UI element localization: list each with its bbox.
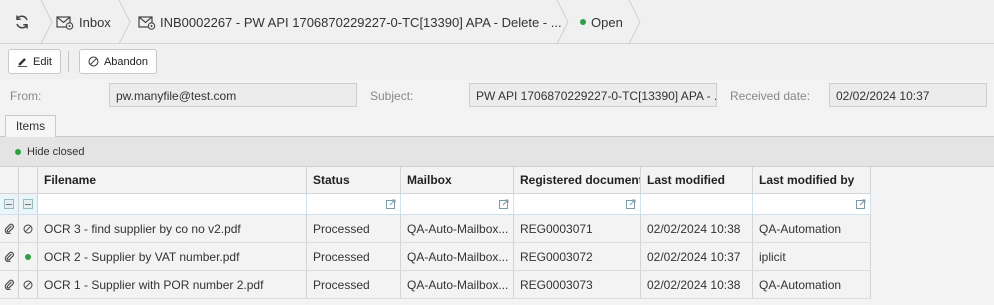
attachment-button[interactable] bbox=[0, 215, 19, 242]
registered-filter-input[interactable] bbox=[514, 194, 641, 214]
subject-field: PW API 1706870229227-0-TC[13390] APA - .… bbox=[469, 83, 717, 107]
row-state bbox=[19, 243, 38, 270]
attachment-button[interactable] bbox=[0, 243, 19, 270]
filter-bar: Hide closed bbox=[0, 137, 994, 167]
cell-filename: OCR 1 - Supplier with POR number 2.pdf bbox=[38, 271, 307, 298]
status-dot-icon bbox=[580, 19, 586, 25]
cell-status: Processed bbox=[307, 243, 401, 270]
table-row[interactable]: OCR 2 - Supplier by VAT number.pdf Proce… bbox=[0, 243, 871, 271]
expand-icon[interactable] bbox=[626, 199, 636, 209]
tab-strip: Items bbox=[0, 113, 994, 138]
breadcrumb-separator bbox=[40, 0, 54, 45]
abandon-button-label: Abandon bbox=[103, 55, 148, 68]
edit-button-label: Edit bbox=[33, 55, 52, 68]
minus-icon bbox=[4, 199, 14, 209]
from-label: From: bbox=[10, 89, 42, 103]
expand-icon[interactable] bbox=[386, 199, 396, 209]
open-status-icon bbox=[25, 253, 31, 260]
hide-closed-label: Hide closed bbox=[27, 146, 85, 158]
table-row[interactable]: OCR 3 - find supplier by co no v2.pdf Pr… bbox=[0, 215, 871, 243]
cell-filename: OCR 2 - Supplier by VAT number.pdf bbox=[38, 243, 307, 270]
cell-registered-document: REG0003071 bbox=[514, 215, 641, 242]
row-state bbox=[19, 271, 38, 298]
cell-status: Processed bbox=[307, 271, 401, 298]
cell-last-modified: 02/02/2024 10:38 bbox=[641, 271, 753, 298]
pencil-icon bbox=[17, 58, 28, 68]
column-header-last-modified-by[interactable]: Last modified by bbox=[753, 167, 871, 193]
breadcrumb-separator bbox=[556, 0, 570, 45]
subject-label: Subject: bbox=[370, 89, 414, 103]
header-spacer bbox=[0, 167, 19, 193]
toolbar: Edit Abandon bbox=[0, 44, 994, 79]
breadcrumb-status: Open bbox=[580, 0, 623, 44]
cell-registered-document: REG0003072 bbox=[514, 243, 641, 270]
breadcrumb-inbox[interactable]: Inbox bbox=[56, 0, 111, 44]
breadcrumb-document-label: INB0002267 - PW API 1706870229227-0-TC[1… bbox=[160, 14, 562, 30]
paperclip-icon bbox=[4, 251, 14, 262]
received-date-label: Received date: bbox=[730, 89, 811, 103]
collapse-all-button[interactable] bbox=[0, 194, 19, 214]
received-date-field: 02/02/2024 10:37 bbox=[829, 83, 987, 107]
paperclip-icon bbox=[4, 279, 14, 290]
tab-items[interactable]: Items bbox=[5, 115, 56, 138]
column-header-filename[interactable]: Filename bbox=[38, 167, 307, 193]
abandoned-icon bbox=[23, 224, 33, 233]
cell-filename: OCR 3 - find supplier by co no v2.pdf bbox=[38, 215, 307, 242]
cell-registered-document: REG0003073 bbox=[514, 271, 641, 298]
last-modified-by-filter-input[interactable] bbox=[753, 194, 871, 214]
mail-icon bbox=[138, 16, 156, 30]
from-field: pw.manyfile@test.com bbox=[109, 83, 357, 107]
expand-icon[interactable] bbox=[499, 199, 509, 209]
last-modified-filter-input[interactable] bbox=[641, 194, 753, 214]
paperclip-icon bbox=[4, 223, 14, 234]
filename-filter-input[interactable] bbox=[38, 194, 307, 214]
cell-last-modified-by: iplicit bbox=[753, 243, 871, 270]
cell-mailbox: QA-Auto-Mailbox... bbox=[401, 243, 514, 270]
cell-mailbox: QA-Auto-Mailbox... bbox=[401, 215, 514, 242]
cell-last-modified-by: QA-Automation bbox=[753, 215, 871, 242]
edit-button[interactable]: Edit bbox=[8, 49, 61, 74]
column-header-registered-document[interactable]: Registered document bbox=[514, 167, 641, 193]
row-state bbox=[19, 215, 38, 242]
abandon-icon bbox=[88, 56, 99, 67]
toolbar-divider bbox=[68, 51, 69, 72]
cell-last-modified-by: QA-Automation bbox=[753, 271, 871, 298]
status-filter-input[interactable] bbox=[307, 194, 401, 214]
breadcrumb-inbox-label: Inbox bbox=[79, 14, 111, 30]
refresh-button[interactable] bbox=[14, 0, 30, 44]
grid-header: Filename Status Mailbox Registered docum… bbox=[0, 167, 871, 194]
abandoned-icon bbox=[23, 280, 33, 289]
attachment-button[interactable] bbox=[0, 271, 19, 298]
cell-last-modified: 02/02/2024 10:37 bbox=[641, 243, 753, 270]
cell-status: Processed bbox=[307, 215, 401, 242]
breadcrumb-document[interactable]: INB0002267 - PW API 1706870229227-0-TC[1… bbox=[138, 0, 562, 44]
header-spacer bbox=[19, 167, 38, 193]
table-row[interactable]: OCR 1 - Supplier with POR number 2.pdf P… bbox=[0, 271, 871, 299]
cell-mailbox: QA-Auto-Mailbox... bbox=[401, 271, 514, 298]
toggle-dot-icon bbox=[15, 149, 21, 155]
breadcrumb-separator bbox=[118, 0, 132, 45]
minus-icon bbox=[23, 199, 33, 209]
breadcrumb: Inbox INB0002267 - PW API 1706870229227-… bbox=[0, 0, 994, 45]
breadcrumb-status-label: Open bbox=[591, 14, 623, 30]
hide-closed-toggle[interactable]: Hide closed bbox=[15, 137, 84, 167]
collapse-all-button[interactable] bbox=[19, 194, 38, 214]
abandon-button[interactable]: Abandon bbox=[79, 49, 157, 74]
refresh-icon bbox=[16, 15, 28, 29]
column-header-mailbox[interactable]: Mailbox bbox=[401, 167, 514, 193]
inbox-icon bbox=[56, 16, 74, 30]
expand-icon[interactable] bbox=[856, 199, 866, 209]
message-details: From: pw.manyfile@test.com Subject: PW A… bbox=[0, 79, 994, 113]
column-header-last-modified[interactable]: Last modified bbox=[641, 167, 753, 193]
column-header-status[interactable]: Status bbox=[307, 167, 401, 193]
cell-last-modified: 02/02/2024 10:38 bbox=[641, 215, 753, 242]
items-grid: Filename Status Mailbox Registered docum… bbox=[0, 167, 994, 305]
mailbox-filter-input[interactable] bbox=[401, 194, 514, 214]
breadcrumb-separator bbox=[628, 0, 642, 45]
grid-filter-row bbox=[0, 194, 871, 215]
